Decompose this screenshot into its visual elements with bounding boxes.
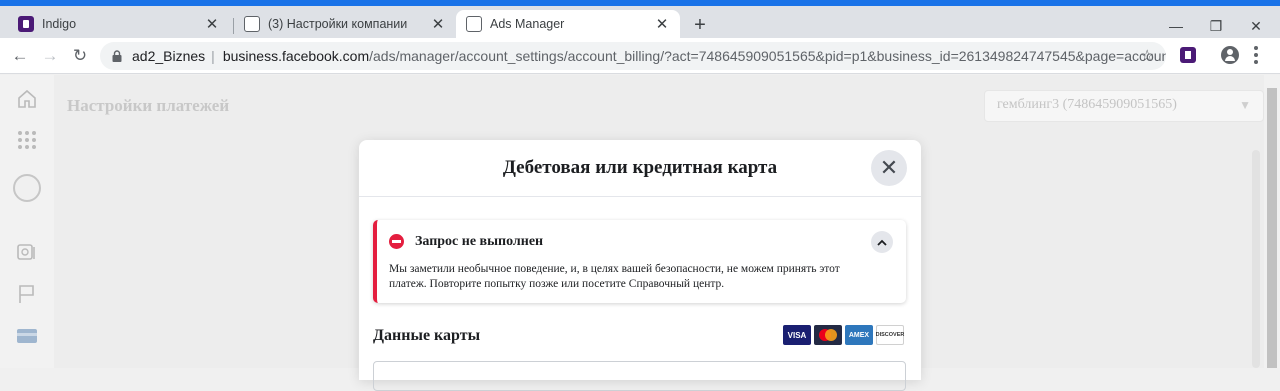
card-dialog: Дебетовая или кредитная карта ✕ Запрос н… [359, 140, 921, 391]
accepted-cards: VISA AMEX DISCOVER [783, 325, 904, 345]
tab-title: (3) Настройки компании [268, 17, 408, 31]
close-window-button[interactable]: ✕ [1236, 14, 1276, 38]
bookmark-star-icon[interactable]: ☆ [1140, 46, 1154, 66]
url-host: business.facebook.com [222, 48, 370, 64]
close-tab-icon[interactable]: ✕ [430, 16, 446, 33]
page-scrollbar-thumb[interactable] [1267, 88, 1277, 368]
url-path: /ads/manager/account_settings/account_bi… [369, 48, 1166, 64]
new-tab-button[interactable]: + [690, 15, 710, 36]
close-tab-icon[interactable]: ✕ [204, 16, 220, 33]
profile-avatar-icon[interactable] [1221, 46, 1239, 64]
tab-strip: Indigo ✕ (3) Настройки компании ✕ Ads Ma… [0, 6, 1280, 38]
address-separator: | [211, 48, 215, 64]
alert-title: Запрос не выполнен [415, 234, 544, 249]
content-scrollbar[interactable] [1252, 150, 1260, 368]
site-label: ad2_Biznes [132, 48, 206, 64]
flag-icon[interactable] [16, 283, 38, 305]
error-alert: Запрос не выполнен Мы заметили необычное… [373, 220, 906, 303]
minimize-button[interactable]: — [1156, 14, 1196, 38]
reload-icon[interactable]: ↻ [68, 44, 92, 68]
error-icon [389, 234, 404, 249]
back-arrow-icon[interactable]: ← [8, 44, 32, 68]
home-icon[interactable] [16, 88, 38, 110]
page-title: Настройки платежей [67, 96, 230, 115]
grid-menu-icon[interactable] [16, 129, 38, 151]
lock-icon [112, 49, 122, 63]
ad-account-selector-value: гемблинг3 (748645909051565) [997, 97, 1177, 112]
chevron-up-icon [877, 239, 887, 246]
tab-title: Ads Manager [490, 17, 565, 31]
card-number-field[interactable] [373, 361, 906, 391]
browser-toolbar: ← → ↻ ad2_Biznes | business.facebook.com… [0, 38, 1280, 74]
image-favicon-icon [244, 16, 260, 32]
ad-account-selector[interactable]: гемблинг3 (748645909051565) ▼ [984, 90, 1264, 122]
indigo-favicon-icon [18, 16, 34, 32]
close-dialog-button[interactable]: ✕ [871, 150, 907, 186]
tab-ads-manager[interactable]: Ads Manager ✕ [456, 10, 680, 38]
tab-title: Indigo [42, 17, 77, 31]
forward-arrow-icon[interactable]: → [38, 44, 62, 68]
left-nav-rail [0, 75, 54, 368]
close-tab-icon[interactable]: ✕ [654, 16, 670, 33]
indigo-extension-icon[interactable] [1180, 47, 1196, 63]
alert-message: Мы заметили необычное поведение, и, в це… [389, 263, 840, 290]
discover-logo-icon: DISCOVER [876, 325, 904, 345]
mastercard-logo-icon [814, 325, 842, 345]
dialog-title: Дебетовая или кредитная карта [502, 157, 778, 178]
browser-menu-icon[interactable] [1254, 46, 1258, 64]
billing-card-icon[interactable] [16, 325, 38, 347]
chevron-down-icon: ▼ [1239, 98, 1251, 112]
card-details-heading: Данные карты [373, 327, 481, 344]
maximize-button[interactable]: ❐ [1196, 14, 1236, 38]
dialog-header: Дебетовая или кредитная карта ✕ [359, 140, 921, 197]
address-bar[interactable]: ad2_Biznes | business.facebook.com /ads/… [100, 42, 1166, 70]
catalog-icon[interactable] [16, 241, 38, 263]
tab-indigo[interactable]: Indigo ✕ [8, 10, 230, 38]
image-favicon-icon [466, 16, 482, 32]
collapse-alert-button[interactable] [871, 231, 893, 253]
account-avatar-icon[interactable] [12, 173, 42, 203]
visa-logo-icon: VISA [783, 325, 811, 345]
tab-company-settings[interactable]: (3) Настройки компании ✕ [234, 10, 456, 38]
amex-logo-icon: AMEX [845, 325, 873, 345]
